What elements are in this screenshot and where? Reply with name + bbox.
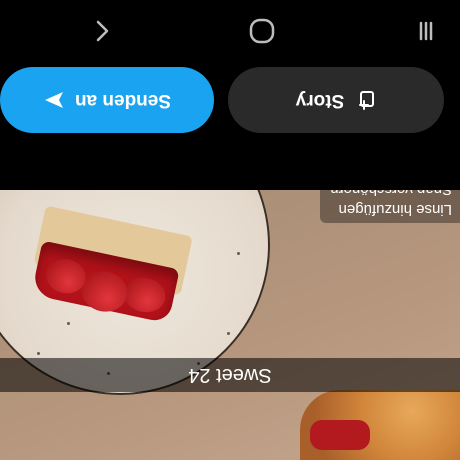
story-button[interactable]: Story <box>228 67 444 133</box>
pastry-fruit <box>310 420 370 450</box>
snap-caption-bar[interactable]: Sweet 24 <box>0 358 460 392</box>
add-story-icon <box>354 89 376 111</box>
send-arrow-icon <box>43 89 65 111</box>
story-label: Story <box>295 90 345 111</box>
add-lens-text[interactable]: Linse hinzufügen <box>330 199 452 219</box>
plate-speck <box>237 252 240 255</box>
snap-caption[interactable]: Sweet 24 <box>188 364 271 387</box>
back-icon[interactable] <box>86 15 118 47</box>
system-nav-bar <box>0 0 460 62</box>
pastry <box>300 390 460 460</box>
snap-photo: Sweet 24 <box>0 190 460 460</box>
plate-speck <box>37 352 40 355</box>
home-icon[interactable] <box>246 15 278 47</box>
plate-speck <box>227 332 230 335</box>
send-to-button[interactable]: Senden an <box>0 67 214 133</box>
send-label: Senden an <box>74 90 172 111</box>
plate-speck <box>67 322 70 325</box>
recent-apps-icon[interactable] <box>410 15 442 47</box>
